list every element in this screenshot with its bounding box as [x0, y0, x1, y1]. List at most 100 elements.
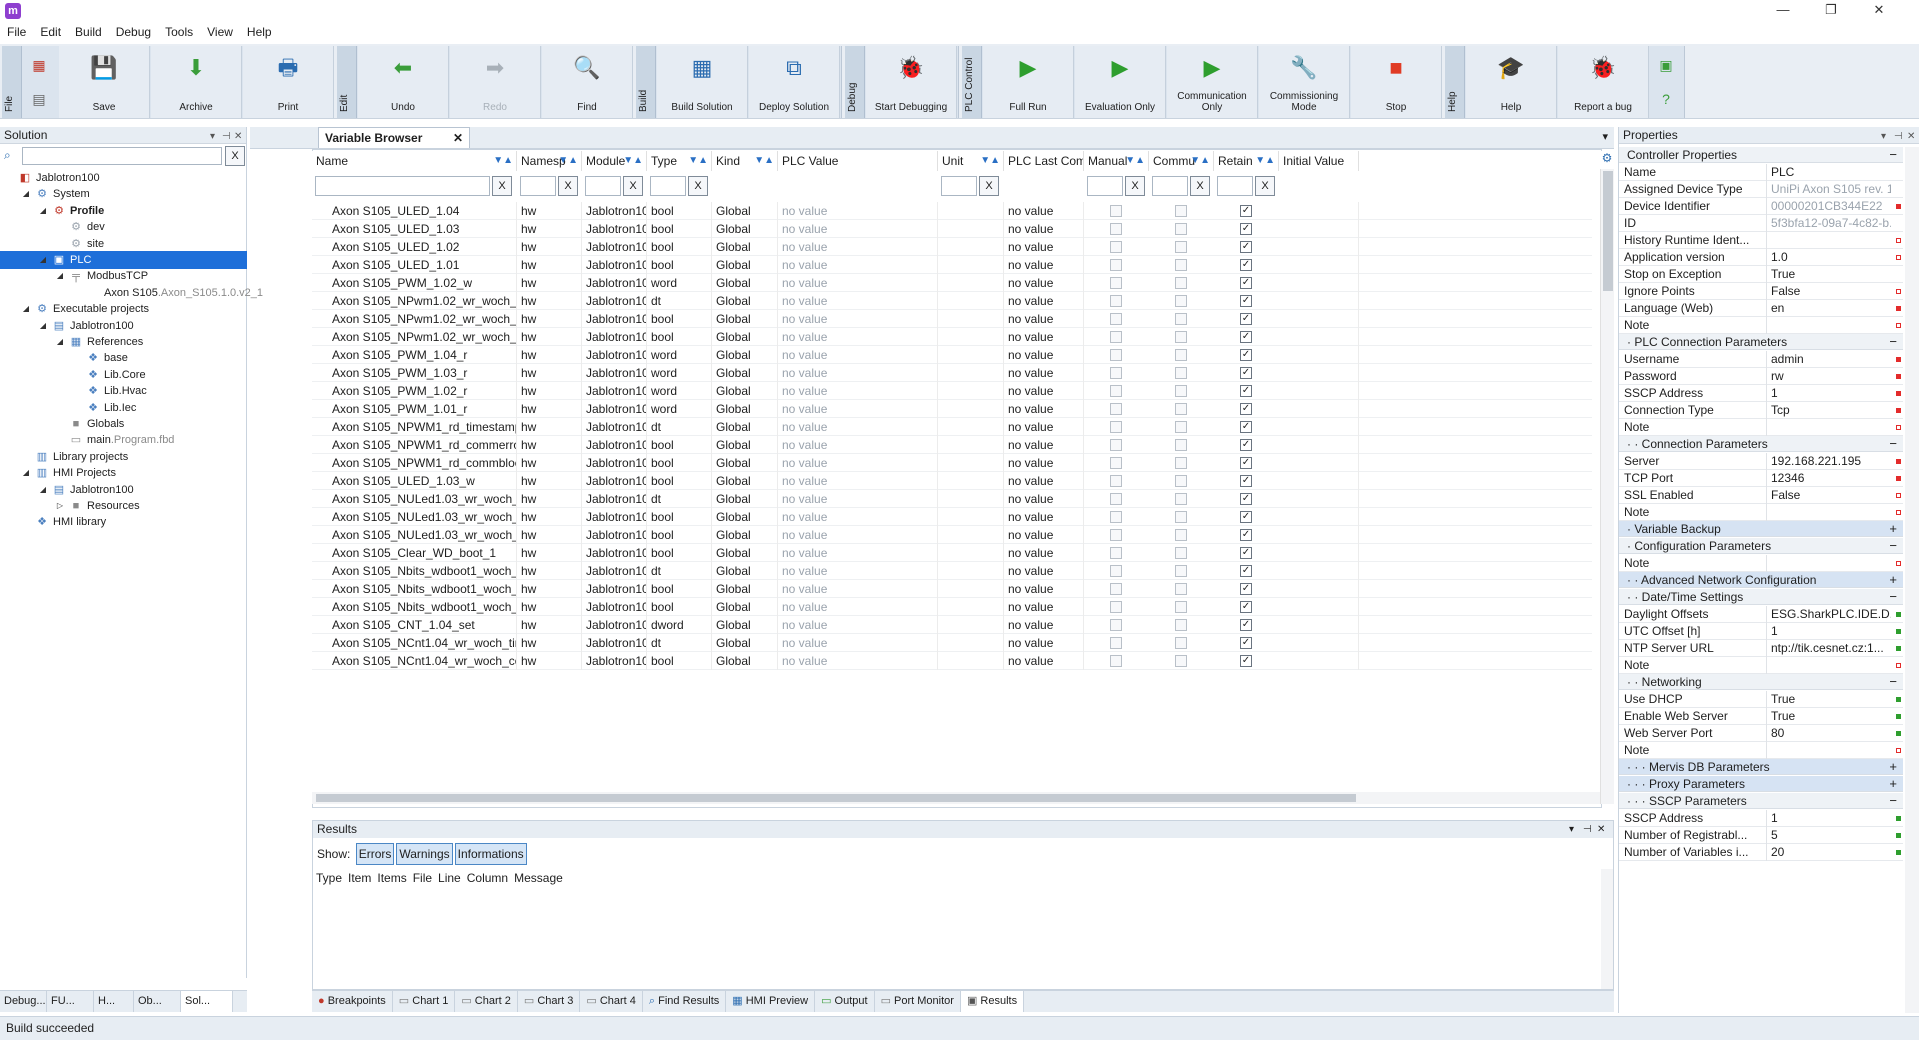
property-value[interactable]: 1.0: [1766, 249, 1891, 266]
tree-node[interactable]: ▥ Library projects: [0, 448, 247, 466]
manual-checkbox[interactable]: [1110, 493, 1122, 505]
print-button[interactable]: 🖶 Print: [243, 46, 334, 118]
expand-arrow-icon[interactable]: ◢: [38, 481, 48, 499]
expand-arrow-icon[interactable]: ◢: [21, 300, 31, 318]
evaluation-only-button[interactable]: ▶ Evaluation Only: [1075, 46, 1166, 118]
solution-search-input[interactable]: [22, 147, 222, 165]
commu-checkbox[interactable]: [1175, 493, 1187, 505]
col-namespace-header[interactable]: Namesp ▼▲: [517, 151, 582, 171]
archive-button[interactable]: ⬇ Archive: [151, 46, 242, 118]
results-col-column[interactable]: Column: [464, 869, 511, 887]
commu-checkbox[interactable]: [1175, 619, 1187, 631]
bottom-tab[interactable]: ▭ Port Monitor: [875, 991, 961, 1012]
minimize-button[interactable]: —: [1760, 0, 1806, 22]
tab-h[interactable]: H...: [94, 991, 134, 1012]
property-section[interactable]: · · Networking −: [1619, 674, 1903, 690]
property-row[interactable]: Note: [1619, 742, 1903, 759]
collapse-icon[interactable]: −: [1889, 334, 1897, 350]
property-value[interactable]: en: [1766, 300, 1891, 317]
retain-checkbox[interactable]: ✓: [1240, 223, 1252, 235]
commu-checkbox[interactable]: [1175, 583, 1187, 595]
filter-input[interactable]: [520, 176, 556, 196]
expand-arrow-icon[interactable]: ◢: [55, 267, 65, 285]
tab-variable-browser[interactable]: Variable Browser ✕: [318, 127, 470, 148]
manual-checkbox[interactable]: [1110, 565, 1122, 577]
clear-filter-button[interactable]: X: [1255, 176, 1275, 196]
expand-arrow-icon[interactable]: ◢: [38, 202, 48, 220]
property-row[interactable]: Device Identifier 00000201CB344E22: [1619, 198, 1903, 215]
col-plc-last-comm-header[interactable]: PLC Last Comm: [1004, 151, 1084, 171]
property-row[interactable]: Note: [1619, 555, 1903, 572]
manual-checkbox[interactable]: [1110, 367, 1122, 379]
table-row[interactable]: Axon S105_NPwm1.02_wr_woch_commerrohwJab…: [312, 310, 1592, 328]
filter-input[interactable]: [1087, 176, 1123, 196]
update-icon[interactable]: ▣: [1651, 50, 1681, 80]
commu-checkbox[interactable]: [1175, 511, 1187, 523]
table-row[interactable]: Axon S105_NCnt1.04_wr_woch_commerrorhwJa…: [312, 652, 1592, 670]
manual-checkbox[interactable]: [1110, 547, 1122, 559]
collapse-icon[interactable]: −: [1889, 538, 1897, 554]
table-row[interactable]: Axon S105_PWM_1.03_rhwJablotron100wordGl…: [312, 364, 1592, 382]
manual-checkbox[interactable]: [1110, 259, 1122, 271]
property-row[interactable]: Note: [1619, 504, 1903, 521]
property-value[interactable]: [1766, 504, 1891, 521]
table-row[interactable]: Axon S105_NULed1.03_wr_woch_timestamhwJa…: [312, 490, 1592, 508]
property-section[interactable]: · · · SSCP Parameters −: [1619, 793, 1903, 809]
stop-button[interactable]: ■ Stop: [1351, 46, 1442, 118]
sort-icon[interactable]: ▼▲: [493, 151, 513, 171]
property-value[interactable]: 5: [1766, 827, 1891, 844]
commu-checkbox[interactable]: [1175, 637, 1187, 649]
filter-input[interactable]: [941, 176, 977, 196]
results-col-message[interactable]: Message: [511, 869, 566, 887]
manual-checkbox[interactable]: [1110, 475, 1122, 487]
commu-checkbox[interactable]: [1175, 403, 1187, 415]
communication-only-button[interactable]: ▶ Communication Only: [1167, 46, 1258, 118]
property-value[interactable]: [1766, 657, 1891, 674]
property-row[interactable]: Note: [1619, 657, 1903, 674]
commu-checkbox[interactable]: [1175, 277, 1187, 289]
property-value[interactable]: 80: [1766, 725, 1891, 742]
manual-checkbox[interactable]: [1110, 349, 1122, 361]
manual-checkbox[interactable]: [1110, 583, 1122, 595]
retain-checkbox[interactable]: ✓: [1240, 259, 1252, 271]
property-row[interactable]: Ignore Points False: [1619, 283, 1903, 300]
property-value[interactable]: ntp://tik.cesnet.cz:1...: [1766, 640, 1891, 657]
property-value[interactable]: [1766, 232, 1891, 249]
table-row[interactable]: Axon S105_PWM_1.04_rhwJablotron100wordGl…: [312, 346, 1592, 364]
grid-vscroll-thumb[interactable]: [1603, 171, 1613, 291]
commu-checkbox[interactable]: [1175, 547, 1187, 559]
tree-node[interactable]: ◢ ╤ ModbusTCP: [0, 267, 247, 285]
property-value[interactable]: [1766, 555, 1891, 572]
retain-checkbox[interactable]: ✓: [1240, 565, 1252, 577]
table-row[interactable]: Axon S105_NCnt1.04_wr_woch_timestamphwJa…: [312, 634, 1592, 652]
tree-node[interactable]: ❖ Lib.Iec: [0, 399, 247, 417]
table-row[interactable]: Axon S105_ULED_1.03hwJablotron100boolGlo…: [312, 220, 1592, 238]
expand-arrow-icon[interactable]: ◢: [38, 251, 48, 269]
property-row[interactable]: Enable Web Server True: [1619, 708, 1903, 725]
table-row[interactable]: Axon S105_ULED_1.04hwJablotron100boolGlo…: [312, 202, 1592, 220]
tree-node[interactable]: ◢ ▦ References: [0, 333, 247, 351]
tree-node[interactable]: ◢ ▤ Jablotron100: [0, 317, 247, 335]
collapse-icon[interactable]: −: [1889, 793, 1897, 809]
commu-checkbox[interactable]: [1175, 529, 1187, 541]
tree-node[interactable]: ▷ ■ Resources: [0, 497, 247, 515]
collapse-icon[interactable]: −: [1889, 589, 1897, 605]
results-col-file[interactable]: File: [410, 869, 435, 887]
manual-checkbox[interactable]: [1110, 637, 1122, 649]
sort-icon[interactable]: ▼▲: [623, 151, 643, 171]
property-value[interactable]: False: [1766, 283, 1891, 300]
tree-node[interactable]: ◧ Jablotron100: [0, 169, 247, 187]
bottom-tab[interactable]: ▣ Results: [960, 991, 1025, 1012]
property-value[interactable]: [1766, 419, 1891, 436]
table-row[interactable]: Axon S105_NPWM1_rd_timestamp hw Jablotron1…: [312, 418, 1592, 436]
collapse-icon[interactable]: −: [1889, 147, 1897, 163]
property-row[interactable]: Language (Web) en: [1619, 300, 1903, 317]
table-row[interactable]: Axon S105_NPwm1.02_wr_woch_timestamhwJab…: [312, 292, 1592, 310]
errors-filter-button[interactable]: Errors: [355, 843, 395, 865]
results-menu-icon[interactable]: ▾: [1569, 821, 1574, 838]
expand-icon[interactable]: +: [1889, 776, 1897, 792]
retain-checkbox[interactable]: ✓: [1240, 313, 1252, 325]
sort-icon[interactable]: ▼▲: [688, 151, 708, 171]
clear-filter-button[interactable]: X: [1190, 176, 1210, 196]
retain-checkbox[interactable]: ✓: [1240, 331, 1252, 343]
